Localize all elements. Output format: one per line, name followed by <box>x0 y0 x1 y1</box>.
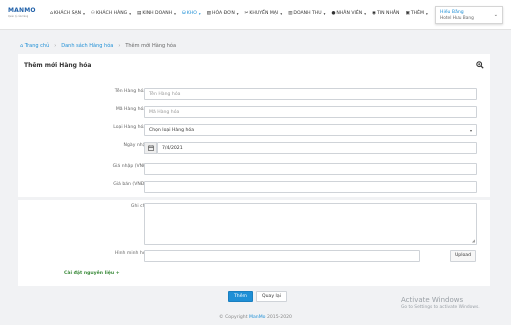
date-input[interactable]: 7/4/2021 <box>157 142 477 154</box>
logo-text: MANMO <box>8 7 36 14</box>
zoom-icon[interactable] <box>476 61 484 69</box>
warehouse-icon: ⛁ <box>181 11 186 16</box>
form-row-name: Tên Hàng hóa*: Tên Hàng hóa <box>18 88 490 100</box>
nav-item-nhan-vien[interactable]: ● NHÂN VIÊN ▾ <box>331 11 366 16</box>
page-title: Thêm mới Hàng hóa <box>24 62 92 69</box>
nav-item-label: NHÂN VIÊN <box>336 11 363 16</box>
chart-icon: ▤ <box>136 11 142 16</box>
buy-price-input[interactable] <box>144 163 477 175</box>
house-icon: ⌂ <box>50 11 53 16</box>
nav-item-label: THÊM <box>410 11 424 16</box>
image-file-input[interactable] <box>144 250 420 262</box>
caret-down-icon: ▾ <box>425 11 428 16</box>
top-navbar: MANMO Quản lý cửa hàng ⌂ KHÁCH SẠN ▾ ⚇ K… <box>0 0 511 30</box>
nav-item-label: DOANH THU <box>293 11 322 16</box>
name-input[interactable]: Tên Hàng hóa <box>144 88 477 100</box>
nav-item-label: KHÁCH HÀNG <box>95 11 128 16</box>
caret-down-icon: ▾ <box>129 11 131 16</box>
user-icon: ● <box>331 11 336 16</box>
nav-item-kinh-doanh[interactable]: ▤ KINH DOANH ▾ <box>137 11 176 16</box>
revenue-icon: ▥ <box>288 11 293 16</box>
chevron-down-icon: ⌄ <box>493 12 498 18</box>
form-row-sell-price: Giá bán (VNĐ)*: <box>18 181 490 193</box>
caret-down-icon: ▾ <box>323 11 326 16</box>
breadcrumb: ⌂ Trang chủ › Danh sách Hàng hóa › Thêm … <box>20 43 176 49</box>
code-input[interactable]: Mã Hàng hóa <box>144 106 477 118</box>
breadcrumb-separator-icon: › <box>118 43 121 49</box>
main-menu: ⌂ KHÁCH SẠN ▾ ⚇ KHÁCH HÀNG ▾ ▤ KINH DOAN… <box>50 11 428 16</box>
nav-item-label: KHÁCH SẠN <box>53 11 82 16</box>
home-icon: ⌂ <box>20 43 24 49</box>
nav-item-hoa-don[interactable]: ▧ HÓA ĐƠN ▾ <box>207 11 239 16</box>
user-dropdown[interactable]: Hiếu Bằng Hotel Hưu Bang ⌄ <box>435 6 503 24</box>
nav-item-label: KINH DOANH <box>142 11 173 16</box>
watermark-subtitle: Go to Settings to activate Windows. <box>401 305 480 310</box>
type-select-value: Chọn loại Hàng hóa <box>149 128 195 133</box>
caret-down-icon: ▾ <box>174 11 176 16</box>
caret-down-icon: ▾ <box>280 11 283 16</box>
nav-item-label: HÓA ĐƠN <box>211 11 235 16</box>
user-name: Hiếu Bằng <box>440 10 464 15</box>
nav-item-khach-hang[interactable]: ⚇ KHÁCH HÀNG ▾ <box>91 11 131 16</box>
form-row-date: Ngày nhập: 7/4/2021 <box>18 142 490 154</box>
watermark-title: Activate Windows <box>401 296 464 304</box>
nav-item-kho[interactable]: ⛁ KHO ▾ <box>182 11 201 16</box>
invoice-icon: ▧ <box>206 11 211 16</box>
breadcrumb-separator-icon: › <box>54 43 57 49</box>
form-row-buy-price: Giá nhập (VNĐ): <box>18 163 490 175</box>
breadcrumb-list[interactable]: Danh sách Hàng hóa <box>61 43 113 49</box>
breadcrumb-current: Thêm mới Hàng hóa <box>125 43 177 49</box>
resize-grip-icon[interactable]: ◢ <box>472 238 475 243</box>
add-button[interactable]: Thêm <box>228 291 254 302</box>
tag-icon: ✂ <box>244 11 249 16</box>
caret-down-icon: ▾ <box>198 11 201 16</box>
logo[interactable]: MANMO Quản lý cửa hàng <box>8 7 40 19</box>
back-button[interactable]: Quay lại <box>256 291 287 302</box>
type-select[interactable]: Chọn loại Hàng hóa ▾ <box>144 124 477 136</box>
nav-item-doanh-thu[interactable]: ▥ DOANH THU ▾ <box>288 11 325 16</box>
nav-item-khuyen-mai[interactable]: ✂ KHUYẾN MẠI ▾ <box>245 11 283 16</box>
nav-item-khach-san[interactable]: ⌂ KHÁCH SẠN ▾ <box>50 11 85 16</box>
footer-brand-link[interactable]: ManMo <box>249 315 265 320</box>
form-actions: Thêm Quay lại <box>228 291 287 302</box>
calendar-icon <box>147 145 154 151</box>
section-divider <box>0 197 511 200</box>
logo-tagline: Quản lý cửa hàng <box>8 15 29 18</box>
note-textarea[interactable]: ◢ <box>144 203 477 245</box>
form-panel: Tên Hàng hóa*: Tên Hàng hóa Mã Hàng hóa*… <box>18 78 490 286</box>
breadcrumb-home[interactable]: ⌂ Trang chủ <box>20 43 49 49</box>
nav-item-them[interactable]: ▣ THÊM ▾ <box>406 11 428 16</box>
form-row-note: Ghi chú: ◢ <box>18 203 490 245</box>
nav-item-label: KHUYẾN MẠI <box>249 11 279 16</box>
footer: © Copyright ManMo 2015-2020 <box>0 315 511 320</box>
footer-years: 2015-2020 <box>266 315 292 320</box>
ingredient-settings-link[interactable]: Cài đặt nguyên liệu + <box>64 271 120 276</box>
caret-down-icon: ▾ <box>364 11 366 16</box>
caret-down-icon: ▾ <box>236 11 239 16</box>
calendar-button[interactable] <box>144 142 157 154</box>
message-icon: ◉ <box>371 11 376 16</box>
footer-copyright: © Copyright <box>219 315 248 320</box>
chevron-down-icon: ▾ <box>469 128 472 133</box>
user-branch: Hotel Hưu Bang <box>440 16 474 21</box>
form-row-type: Loại Hàng hóa*: Chọn loại Hàng hóa ▾ <box>18 124 490 136</box>
breadcrumb-home-label: Trang chủ <box>24 43 50 49</box>
more-icon: ▣ <box>405 11 410 16</box>
windows-activation-watermark: Activate Windows Go to Settings to activ… <box>401 296 480 310</box>
sell-price-input[interactable] <box>144 181 477 193</box>
nav-item-label: TIN NHẮN <box>376 11 400 16</box>
nav-item-tin-nhan[interactable]: ◉ TIN NHẮN <box>372 11 400 16</box>
form-row-image: Hình minh họa: Upload <box>18 250 490 262</box>
upload-button[interactable]: Upload <box>450 250 476 262</box>
users-icon: ⚇ <box>90 11 95 16</box>
panel-header: Thêm mới Hàng hóa <box>18 54 490 79</box>
form-row-code: Mã Hàng hóa*: Mã Hàng hóa <box>18 106 490 118</box>
caret-down-icon: ▾ <box>83 11 85 16</box>
nav-item-label: KHO <box>186 11 197 16</box>
